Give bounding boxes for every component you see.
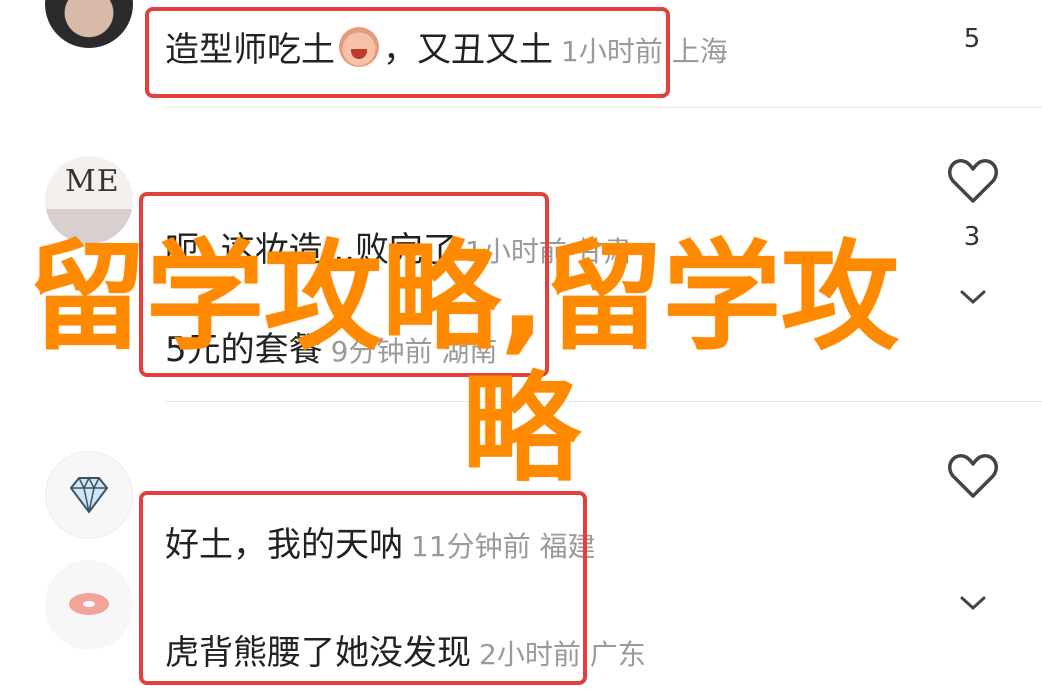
avatar[interactable] [45, 560, 133, 650]
chevron-down-icon[interactable] [958, 594, 988, 612]
like-count: 3 [963, 222, 981, 252]
highlight-box [145, 7, 670, 98]
overlay-text: 留学攻略,留学攻 [28, 228, 899, 366]
diamond-icon [69, 476, 109, 514]
donut-icon [45, 560, 133, 650]
avatar[interactable] [45, 451, 133, 539]
like-count: 5 [963, 24, 981, 54]
heart-outline-icon[interactable] [947, 157, 999, 205]
overlay-text: 略 [462, 360, 581, 498]
highlight-box [139, 491, 587, 685]
divider [165, 107, 1042, 108]
heart-outline-icon[interactable] [947, 452, 999, 500]
avatar[interactable] [45, 0, 133, 48]
avatar-me-text: ME [65, 164, 120, 199]
divider [165, 401, 1042, 402]
chevron-down-icon[interactable] [958, 288, 988, 306]
